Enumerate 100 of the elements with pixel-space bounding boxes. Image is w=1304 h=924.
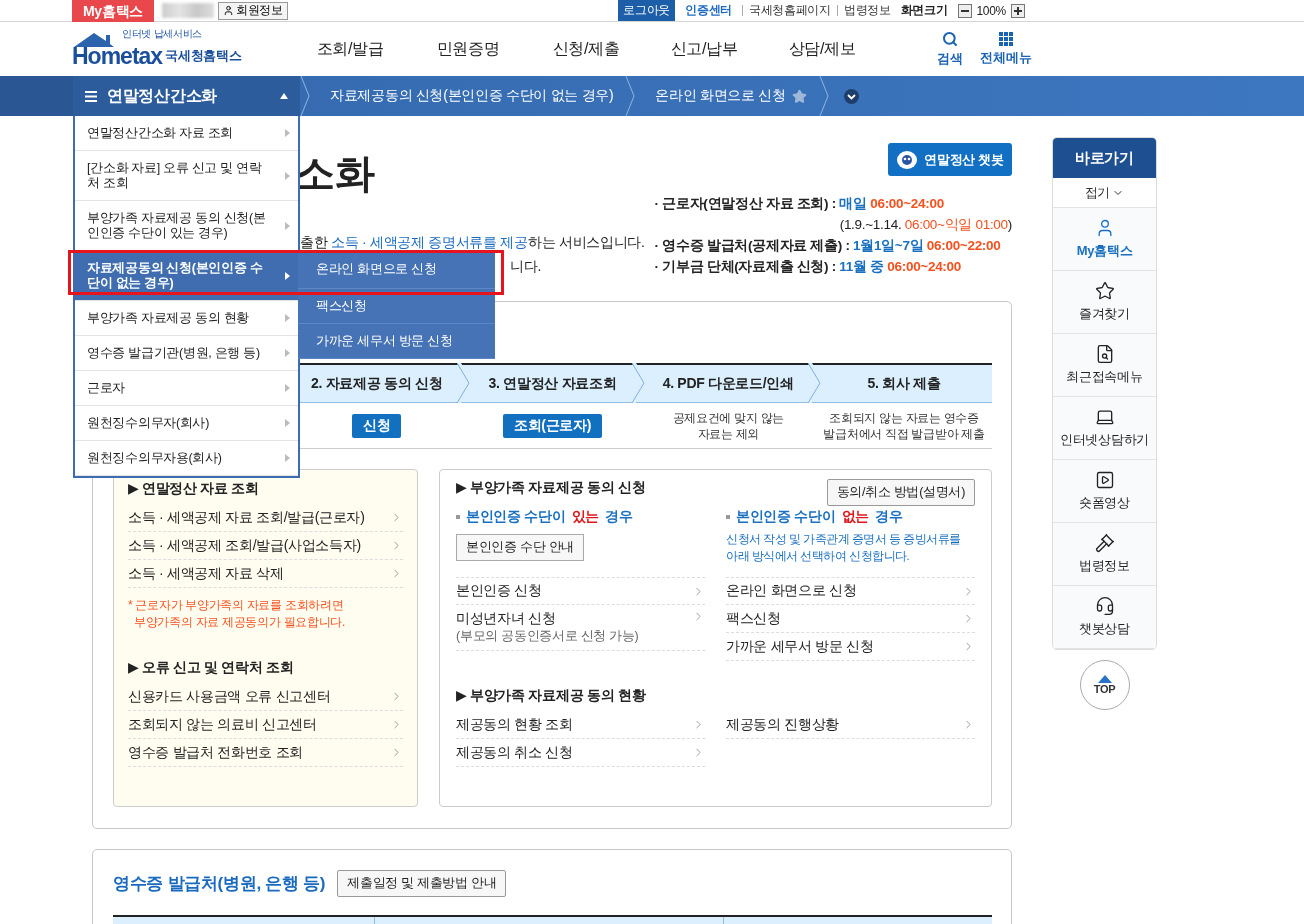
shortcut-item[interactable]: 최근접속메뉴 [1053, 334, 1156, 397]
chevron-separator-icon [625, 76, 636, 116]
caret-right-icon [285, 271, 290, 280]
nav-item[interactable]: 민원증명 [409, 38, 527, 60]
auth-guide-button[interactable]: 본인인증 수단 안내 [456, 534, 584, 561]
auth-center-link[interactable]: 인증센터 [685, 2, 732, 19]
caret-right-icon [285, 171, 290, 180]
headset-icon [1094, 596, 1115, 616]
all-menu-button[interactable]: 전체메뉴 [980, 31, 1032, 67]
top-link[interactable]: 법령정보 [836, 5, 897, 16]
section-heading: ▶ 부양가족 자료제공 동의 신청 [456, 479, 646, 497]
menu-icon [85, 90, 97, 102]
menu-link[interactable]: 영수증 발급처 전화번호 조회 [128, 739, 403, 767]
schedule-line: (1.9.~1.14. 06:00~익일 01:00) [838, 216, 1012, 234]
section-heading: ▶ 연말정산 자료 조회 [128, 480, 260, 498]
nav-item[interactable]: 조회/발급 [291, 38, 409, 60]
caret-right-icon [285, 454, 290, 462]
grid-icon [998, 31, 1013, 46]
plus-icon [1014, 6, 1022, 15]
shortcut-item[interactable]: My홈택스 [1053, 208, 1156, 271]
step-action-button[interactable]: 조회(근로자) [502, 413, 603, 438]
breadcrumb-link[interactable]: 온라인 화면으로 신청 [635, 87, 819, 105]
step-note: 조회되지 않는 자료는 영수증 발급처에서 직접 발급받아 제출 [823, 409, 985, 442]
zoom-label: 화면크기 [900, 2, 948, 19]
zoom-out-button[interactable] [957, 3, 972, 18]
triangle-up-icon [1097, 675, 1112, 683]
zoom-value: 100% [976, 3, 1006, 18]
section-heading: ▶ 부양가족 자료제공 동의 현황 [456, 687, 647, 705]
chevron-separator-icon [818, 76, 829, 116]
step-label: 4. PDF 다운로드/인쇄 [662, 374, 794, 393]
gavel-icon [1094, 533, 1115, 553]
menu-link[interactable]: 조회되지 않는 의료비 신고센터 [128, 711, 403, 739]
minus-icon [960, 9, 969, 12]
shortcut-item[interactable]: 즐겨찾기 [1053, 271, 1156, 334]
chatbot-icon [896, 149, 919, 170]
breadcrumb-link[interactable]: 자료제공동의 신청(본인인증 수단이 없는 경우) [310, 87, 626, 105]
step-label: 5. 회사 제출 [867, 374, 941, 393]
menu-link[interactable]: 본인인증 신청 [456, 577, 705, 605]
menu-link[interactable]: 소득 · 세액공제 자료 조회/발급(근로자) [128, 504, 403, 532]
caret-right-icon [285, 384, 290, 392]
zoom-in-button[interactable] [1011, 3, 1025, 18]
top-button[interactable]: TOP [1079, 660, 1130, 710]
step-action-button[interactable]: 신청 [352, 413, 402, 438]
search-button[interactable]: 검색 [937, 30, 963, 68]
shortcut-item[interactable]: 법령정보 [1053, 523, 1156, 586]
schedule-line: · 근로자(연말정산 자료 조회) : 매일 06:00~24:00 [653, 195, 945, 213]
menu-link[interactable]: 제공동의 진행상황 [726, 711, 975, 739]
nav-item[interactable]: 상담/제보 [763, 38, 881, 60]
notice-text: * 근로자가 부양가족의 자료를 조회하려면 부양가족의 자료 제공동의가 필요합니다. [128, 597, 347, 631]
star-icon [1094, 281, 1115, 301]
chatbot-button[interactable]: 연말정산 챗봇 [888, 143, 1012, 176]
intro-description: 출한 소득 · 세액공제 증명서류를 제공하는 서비스입니다. [300, 233, 645, 252]
subheading: 본인인증 수단이 있는 경우 [456, 508, 705, 526]
section-heading: ▶ 오류 신고 및 연락처 조회 [128, 659, 295, 677]
menu-link[interactable]: 제공동의 취소 신청 [456, 739, 705, 767]
menu-link[interactable]: 제공동의 현황 조회 [456, 711, 705, 739]
caret-right-icon [285, 349, 290, 357]
menu-toggle[interactable]: 연말정산간소화 [73, 76, 300, 116]
shortcut-item[interactable]: 인터넷상담하기 [1053, 397, 1156, 460]
star-icon[interactable] [791, 88, 807, 104]
step-note: 공제요건에 맞지 않는 자료는 제외 [672, 409, 784, 442]
caret-right-icon [285, 314, 290, 322]
caret-right-icon [285, 129, 290, 137]
menu-item[interactable]: 자료제공동의 신청(본인인증 수단이 없는 경우) [75, 251, 298, 301]
guide-button[interactable]: 동의/취소 방법(설명서) [826, 479, 975, 506]
logo-tagline: 인터넷 납세서비스 [122, 27, 203, 41]
section-title: 영수증 발급처(병원, 은행 등) [113, 873, 326, 895]
nav-item[interactable]: 신청/제출 [527, 38, 645, 60]
method-description: 신청서 작성 및 가족관계 증명서 등 증빙서류를 아래 방식에서 선택하여 신청합니다. [726, 532, 962, 564]
page-title: 소화 [295, 150, 376, 197]
shortcut-title: 바로가기 [1053, 138, 1156, 178]
logo-wordmark: Hometax [72, 43, 163, 69]
search-icon [941, 30, 958, 47]
caret-right-icon [285, 221, 290, 230]
shortcut-item[interactable]: 챗봇상담 [1053, 586, 1156, 649]
step-label: 3. 연말정산 자료조회 [488, 374, 617, 393]
schedule-line: · 기부금 단체(자료제출 신청) : 11월 중 06:00~24:00 [653, 258, 962, 276]
schedule-guide-button[interactable]: 제출일정 및 제출방법 안내 [337, 870, 507, 897]
my-hometax-tab[interactable]: My홈택스 [72, 0, 154, 22]
step-label: 2. 자료제공 동의 신청 [310, 374, 443, 393]
menu-link[interactable]: 가까운 세무서 방문 신청 [726, 633, 975, 661]
menu-link[interactable]: 소득 · 세액공제 조회/발급(사업소득자) [128, 532, 403, 560]
logo-name: 국세청홈택스 [165, 47, 242, 65]
menu-link[interactable]: 팩스신청 [726, 605, 975, 633]
logout-button[interactable]: 로그아웃 [618, 0, 676, 21]
subheading: 본인인증 수단이 없는 경우 [726, 508, 975, 526]
member-info-button[interactable]: 회원정보 [217, 1, 288, 20]
chevron-separator-icon [300, 76, 310, 116]
menu-link[interactable]: 미성년자녀 신청 (부모의 공동인증서로 신청 가능) [456, 605, 705, 651]
shortcut-item[interactable]: 숏폼영상 [1053, 460, 1156, 523]
menu-link[interactable]: 신용카드 사용금액 오류 신고센터 [128, 683, 403, 711]
chevron-down-circle-icon[interactable] [843, 88, 859, 104]
nav-item[interactable]: 신고/납부 [645, 38, 763, 60]
redacted-name [161, 3, 214, 18]
menu-link[interactable]: 소득 · 세액공제 자료 삭제 [128, 560, 403, 588]
caret-right-icon [285, 419, 290, 427]
menu-link[interactable]: 온라인 화면으로 신청 [726, 577, 975, 605]
top-link[interactable]: 국세청홈페이지 [741, 5, 837, 16]
intro-description: 니다. [510, 257, 542, 276]
person-icon [222, 5, 234, 16]
